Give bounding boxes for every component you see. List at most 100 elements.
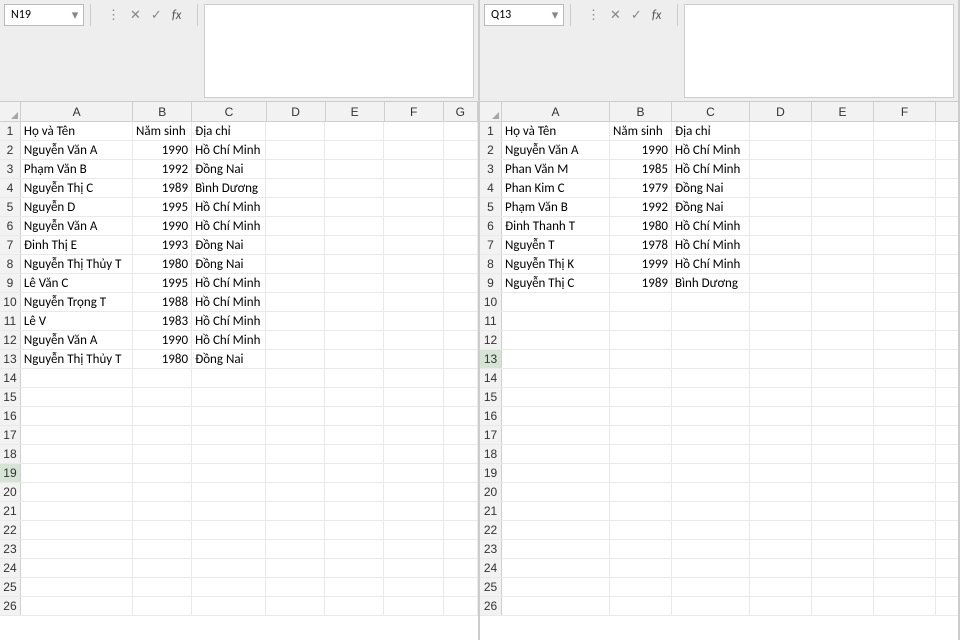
cell-B13[interactable]: 1980 <box>133 350 192 368</box>
cell-C1[interactable]: Địa chỉ <box>192 122 266 140</box>
cell-B16[interactable] <box>610 407 672 425</box>
cell-F25[interactable] <box>874 578 936 596</box>
row-header-12[interactable]: 12 <box>0 331 21 349</box>
column-header-B[interactable]: B <box>610 102 672 121</box>
column-header-F[interactable]: F <box>385 102 444 121</box>
cell-B15[interactable] <box>133 388 192 406</box>
cell-B15[interactable] <box>610 388 672 406</box>
cell-C2[interactable]: Hồ Chí Minh <box>672 141 750 159</box>
cell-D18[interactable] <box>266 445 325 463</box>
row-header-14[interactable]: 14 <box>480 369 502 387</box>
cell-D15[interactable] <box>266 388 325 406</box>
cell-B26[interactable] <box>610 597 672 615</box>
cell-D13[interactable] <box>266 350 325 368</box>
cell-D8[interactable] <box>750 255 812 273</box>
cell-B2[interactable]: 1990 <box>133 141 192 159</box>
cell-F18[interactable] <box>874 445 936 463</box>
cell-E12[interactable] <box>325 331 384 349</box>
cell-F19[interactable] <box>874 464 936 482</box>
cell-F16[interactable] <box>874 407 936 425</box>
cell-C16[interactable] <box>672 407 750 425</box>
cell-E24[interactable] <box>812 559 874 577</box>
select-all-corner[interactable] <box>480 102 502 121</box>
cell-B22[interactable] <box>610 521 672 539</box>
cell-B20[interactable] <box>133 483 192 501</box>
cell-G22[interactable] <box>444 521 478 539</box>
row-header-11[interactable]: 11 <box>0 312 21 330</box>
cell-E1[interactable] <box>325 122 384 140</box>
cell-C24[interactable] <box>672 559 750 577</box>
cell-G18[interactable] <box>444 445 478 463</box>
cell-E21[interactable] <box>325 502 384 520</box>
column-header-A[interactable]: A <box>502 102 610 121</box>
row-header-4[interactable]: 4 <box>0 179 21 197</box>
cell-F13[interactable] <box>874 350 936 368</box>
cell-A23[interactable] <box>502 540 610 558</box>
row-header-12[interactable]: 12 <box>480 331 502 349</box>
row-header-23[interactable]: 23 <box>480 540 502 558</box>
row-header-7[interactable]: 7 <box>0 236 21 254</box>
cell-A13[interactable] <box>502 350 610 368</box>
cell-C19[interactable] <box>672 464 750 482</box>
cell-D9[interactable] <box>750 274 812 292</box>
cell-E10[interactable] <box>325 293 384 311</box>
column-header-C[interactable]: C <box>672 102 750 121</box>
more-icon[interactable]: ⋮ <box>587 8 600 23</box>
cell-C6[interactable]: Hồ Chí Minh <box>192 217 266 235</box>
cell-D7[interactable] <box>750 236 812 254</box>
cell-F8[interactable] <box>384 255 443 273</box>
cell-C20[interactable] <box>192 483 266 501</box>
cell-E22[interactable] <box>812 521 874 539</box>
cell-F5[interactable] <box>384 198 443 216</box>
row-header-10[interactable]: 10 <box>0 293 21 311</box>
cell-A8[interactable]: Nguyễn Thị Thủy T <box>21 255 133 273</box>
cell-F18[interactable] <box>384 445 443 463</box>
cell-D14[interactable] <box>266 369 325 387</box>
cell-B5[interactable]: 1995 <box>133 198 192 216</box>
cell-D14[interactable] <box>750 369 812 387</box>
cell-F9[interactable] <box>384 274 443 292</box>
cell-D24[interactable] <box>266 559 325 577</box>
cell-A4[interactable]: Nguyễn Thị C <box>21 179 133 197</box>
cell-E8[interactable] <box>812 255 874 273</box>
cell-G20[interactable] <box>444 483 478 501</box>
cell-D26[interactable] <box>750 597 812 615</box>
cell-C20[interactable] <box>672 483 750 501</box>
cell-F23[interactable] <box>874 540 936 558</box>
cell-E19[interactable] <box>812 464 874 482</box>
cell-E2[interactable] <box>325 141 384 159</box>
cell-B14[interactable] <box>610 369 672 387</box>
cell-G14[interactable] <box>444 369 478 387</box>
cell-B9[interactable]: 1989 <box>610 274 672 292</box>
row-header-20[interactable]: 20 <box>0 483 21 501</box>
cell-B24[interactable] <box>133 559 192 577</box>
cell-E8[interactable] <box>325 255 384 273</box>
cell-E13[interactable] <box>812 350 874 368</box>
cell-A8[interactable]: Nguyễn Thị K <box>502 255 610 273</box>
cell-D13[interactable] <box>750 350 812 368</box>
cell-E11[interactable] <box>325 312 384 330</box>
cell-F12[interactable] <box>384 331 443 349</box>
cell-D6[interactable] <box>750 217 812 235</box>
row-header-17[interactable]: 17 <box>0 426 21 444</box>
cell-C10[interactable] <box>672 293 750 311</box>
cell-A22[interactable] <box>502 521 610 539</box>
cell-C24[interactable] <box>192 559 266 577</box>
cell-B2[interactable]: 1990 <box>610 141 672 159</box>
cell-E19[interactable] <box>325 464 384 482</box>
cell-D22[interactable] <box>750 521 812 539</box>
cell-E20[interactable] <box>325 483 384 501</box>
cell-F11[interactable] <box>874 312 936 330</box>
cell-C22[interactable] <box>192 521 266 539</box>
cell-C4[interactable]: Bình Dương <box>192 179 266 197</box>
cell-D20[interactable] <box>750 483 812 501</box>
select-all-corner[interactable] <box>0 102 21 121</box>
cell-C11[interactable] <box>672 312 750 330</box>
cell-B25[interactable] <box>133 578 192 596</box>
cell-F21[interactable] <box>384 502 443 520</box>
cell-E18[interactable] <box>812 445 874 463</box>
cell-D16[interactable] <box>750 407 812 425</box>
cell-F22[interactable] <box>874 521 936 539</box>
cell-D16[interactable] <box>266 407 325 425</box>
row-header-6[interactable]: 6 <box>480 217 502 235</box>
